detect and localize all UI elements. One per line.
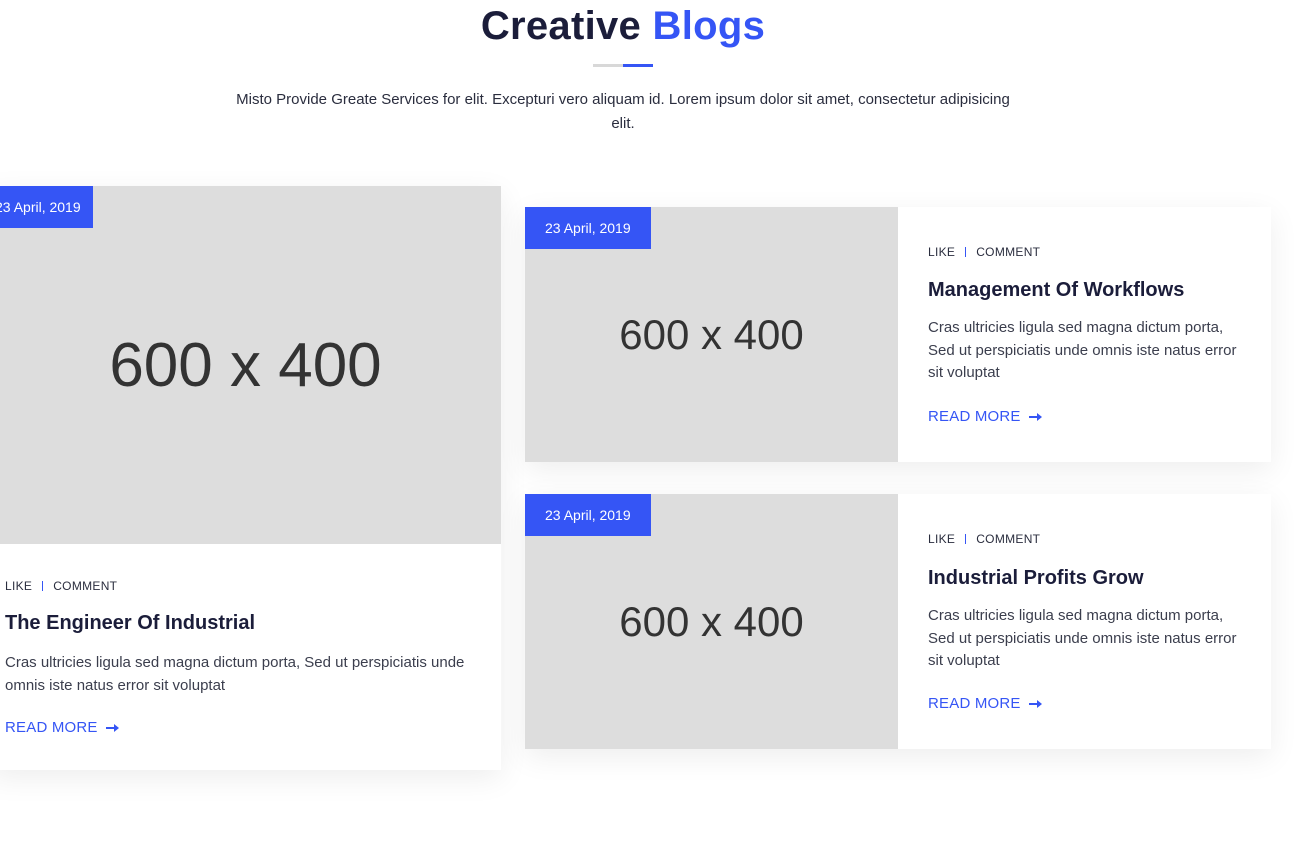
like-link[interactable]: LIKE	[928, 245, 955, 259]
post-title[interactable]: Management Of Workflows	[928, 279, 1184, 302]
post-excerpt: Cras ultricies ligula sed magna dictum p…	[928, 319, 1237, 381]
blog-card-featured: 600 x 400 23 April, 2019 LIKE COMMENT The…	[0, 186, 501, 770]
comment-link[interactable]: COMMENT	[976, 532, 1040, 546]
post-excerpt: Cras ultricies ligula sed magna dictum p…	[928, 607, 1237, 669]
date-badge: 23 April, 2019	[525, 494, 651, 536]
image-size-label: 600 x 400	[619, 597, 804, 645]
read-more-link[interactable]: READ MORE	[928, 408, 1043, 425]
blog-image-placeholder[interactable]: 600 x 400	[0, 186, 501, 544]
post-meta: LIKE COMMENT	[5, 579, 117, 593]
section-title-main: Creative	[480, 4, 642, 48]
arrow-right-icon	[1028, 699, 1043, 709]
read-more-label: READ MORE	[928, 695, 1021, 712]
section-title: Creative Blogs	[0, 4, 1246, 49]
read-more-link[interactable]: READ MORE	[5, 719, 120, 736]
read-more-label: READ MORE	[5, 719, 98, 736]
date-badge: 23 April, 2019	[0, 186, 93, 228]
post-excerpt: Cras ultricies ligula sed magna dictum p…	[5, 654, 465, 694]
comment-link[interactable]: COMMENT	[976, 245, 1040, 259]
read-more-label: READ MORE	[928, 408, 1021, 425]
post-meta: LIKE COMMENT	[928, 245, 1040, 259]
post-meta: LIKE COMMENT	[928, 532, 1040, 546]
blog-card: 600 x 400 23 April, 2019 LIKE COMMENT Man…	[525, 207, 1271, 462]
date-badge: 23 April, 2019	[525, 207, 651, 249]
like-link[interactable]: LIKE	[928, 532, 955, 546]
image-size-label: 600 x 400	[109, 330, 382, 400]
read-more-link[interactable]: READ MORE	[928, 695, 1043, 712]
post-title[interactable]: The Engineer Of Industrial	[5, 612, 255, 635]
post-title[interactable]: Industrial Profits Grow	[928, 567, 1144, 590]
like-link[interactable]: LIKE	[5, 579, 32, 593]
arrow-right-icon	[1028, 412, 1043, 422]
comment-link[interactable]: COMMENT	[53, 579, 117, 593]
blog-card: 600 x 400 23 April, 2019 LIKE COMMENT Ind…	[525, 494, 1271, 749]
section-title-accent: Blogs	[652, 4, 766, 48]
section-intro: Misto Provide Greate Services for elit. …	[236, 91, 1010, 132]
title-divider	[593, 64, 653, 67]
image-size-label: 600 x 400	[619, 310, 804, 358]
arrow-right-icon	[105, 723, 120, 733]
